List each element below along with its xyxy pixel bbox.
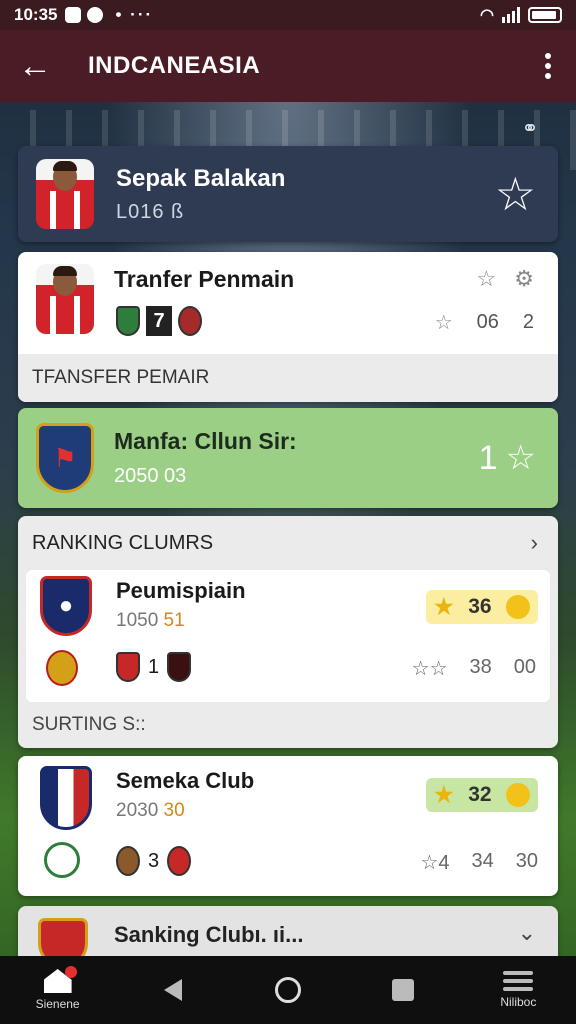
transfer-footer[interactable]: TFANSFER PEMAIR <box>18 354 558 402</box>
app-bar: ← INDCANEASIA <box>0 30 576 102</box>
club-stars-card[interactable]: ⚑ Manfa: Cllun Sir: 2050 03 1 ☆ <box>18 408 558 508</box>
settings-icon[interactable]: ⚙ <box>514 266 534 292</box>
nav-home-circle[interactable] <box>243 956 333 1024</box>
menu-icon <box>503 971 534 991</box>
semeka-stat-b: 30 <box>515 850 538 872</box>
club-sub: 1050 51 <box>116 610 185 632</box>
club-badge-icon <box>116 306 140 336</box>
coin-icon <box>506 595 530 619</box>
transfer-stat-a: 06 <box>476 311 499 333</box>
transfer-card[interactable]: Tranfer Penmain 7 ☆ ⚙ ☆ 06 2 TFANSFER PE… <box>18 252 558 402</box>
transfer-stat-b: 2 <box>522 311 534 333</box>
club-sub-prefix: 2030 <box>116 800 164 821</box>
club-name: Sanking Clubı. ıi... <box>114 922 304 947</box>
club-crest-icon <box>40 766 92 830</box>
club-sub: 2030 30 <box>116 800 185 822</box>
link-icon[interactable]: ⚭ <box>516 116 544 140</box>
nav-home[interactable]: Sienene <box>13 956 103 1024</box>
nav-back[interactable] <box>128 956 218 1024</box>
status-time: 10:35 <box>14 5 58 24</box>
square-icon <box>392 979 415 1001</box>
app-title: INDCANEASIA <box>88 52 261 79</box>
ranking-item[interactable]: ● Peumispiain 1050 51 ★ 36 1 ☆☆ 38 00 <box>26 570 550 702</box>
club-badge-icon <box>178 306 202 336</box>
notification-dot <box>64 966 77 978</box>
points-value: 36 <box>468 595 492 618</box>
club-badge-icon <box>167 846 192 876</box>
hero-title: Sepak Balakan <box>116 164 286 192</box>
ranking-header: RANKING CLUMRS <box>32 532 214 554</box>
notification-icon <box>65 7 82 23</box>
club-card-semeka[interactable]: Semeka Club 2030 30 ★ 32 3 ☆4 34 30 <box>18 756 558 896</box>
club-badge-icon <box>46 650 78 686</box>
club-badge-icon <box>116 846 140 876</box>
points-value: 32 <box>468 783 492 806</box>
number-badge: 7 <box>146 306 172 336</box>
club-badge-icon <box>167 652 192 682</box>
app-notification-icon <box>87 7 104 23</box>
coin-icon <box>506 783 530 807</box>
points-pill: ★ 32 <box>426 778 538 812</box>
mid-number: 1 <box>148 655 160 678</box>
club-stars-title: Manfa: Cllun Sir: <box>114 428 297 454</box>
club-badges: 7 <box>116 306 202 336</box>
club-sub-prefix: 1050 <box>116 610 164 631</box>
club-sub-highlight: 30 <box>163 800 185 821</box>
chevron-down-icon[interactable]: ⌄ <box>518 920 536 946</box>
circle-icon <box>274 977 301 1003</box>
ranking-stat-a: 38 <box>469 656 492 678</box>
wifi-icon: ◠ <box>480 7 494 24</box>
transfer-title: Tranfer Penmain <box>114 266 295 292</box>
hero-subtitle: L016 ß <box>116 200 185 223</box>
nav-home-label: Sienene <box>35 997 80 1011</box>
ball-icon <box>44 842 80 878</box>
star-icon: ★ <box>434 782 454 807</box>
rank-number: 1 <box>478 438 498 477</box>
mid-number: 3 <box>148 849 160 872</box>
favorite-star-icon[interactable]: ☆ <box>495 167 536 221</box>
ranking-stat-b: 00 <box>513 656 536 678</box>
ranking-card[interactable]: RANKING CLUMRS › ● Peumispiain 1050 51 ★… <box>18 516 558 748</box>
battery-icon <box>528 7 562 23</box>
club-name: Semeka Club <box>116 768 255 793</box>
nav-menu[interactable]: Niliboc <box>473 956 563 1024</box>
points-pill: ★ 36 <box>426 590 538 624</box>
back-triangle-icon <box>163 979 182 1001</box>
star-icon: ☆ <box>420 852 439 874</box>
star-outline-icon: ☆ <box>505 439 536 477</box>
bottom-nav: Sienene Niliboc <box>0 956 576 1024</box>
star-icon: ☆ <box>434 312 453 334</box>
star-count-value: 4 <box>438 852 450 874</box>
status-more: • ··· <box>115 5 154 24</box>
signal-icon <box>502 7 520 23</box>
nav-menu-label: Niliboc <box>500 995 537 1009</box>
club-sub-highlight: 51 <box>163 610 185 631</box>
club-name: Peumispiain <box>116 578 246 603</box>
chevron-right-icon[interactable]: › <box>531 530 538 556</box>
star-icon: ★ <box>434 594 454 619</box>
player-avatar <box>36 264 94 334</box>
stars-icon: ☆☆ <box>411 658 448 680</box>
semeka-stat-a: 34 <box>471 850 494 872</box>
star-count: ☆4 <box>420 850 449 875</box>
more-menu-icon[interactable] <box>520 30 576 102</box>
club-stars-subtitle: 2050 03 <box>114 465 187 487</box>
star-icon[interactable]: ☆ <box>477 266 497 292</box>
nav-recents[interactable] <box>358 956 448 1024</box>
club-crest-icon: ● <box>40 576 92 636</box>
player-avatar <box>36 159 94 229</box>
club-crest-icon: ⚑ <box>36 423 94 493</box>
club-badge-icon <box>116 652 140 682</box>
status-bar: 10:35 • ··· ◠ <box>0 0 576 30</box>
back-arrow-icon[interactable]: ← <box>0 30 70 102</box>
hero-card[interactable]: Sepak Balakan L016 ß ☆ <box>18 146 558 242</box>
ranking-footer[interactable]: SURTING S:: <box>32 714 146 736</box>
